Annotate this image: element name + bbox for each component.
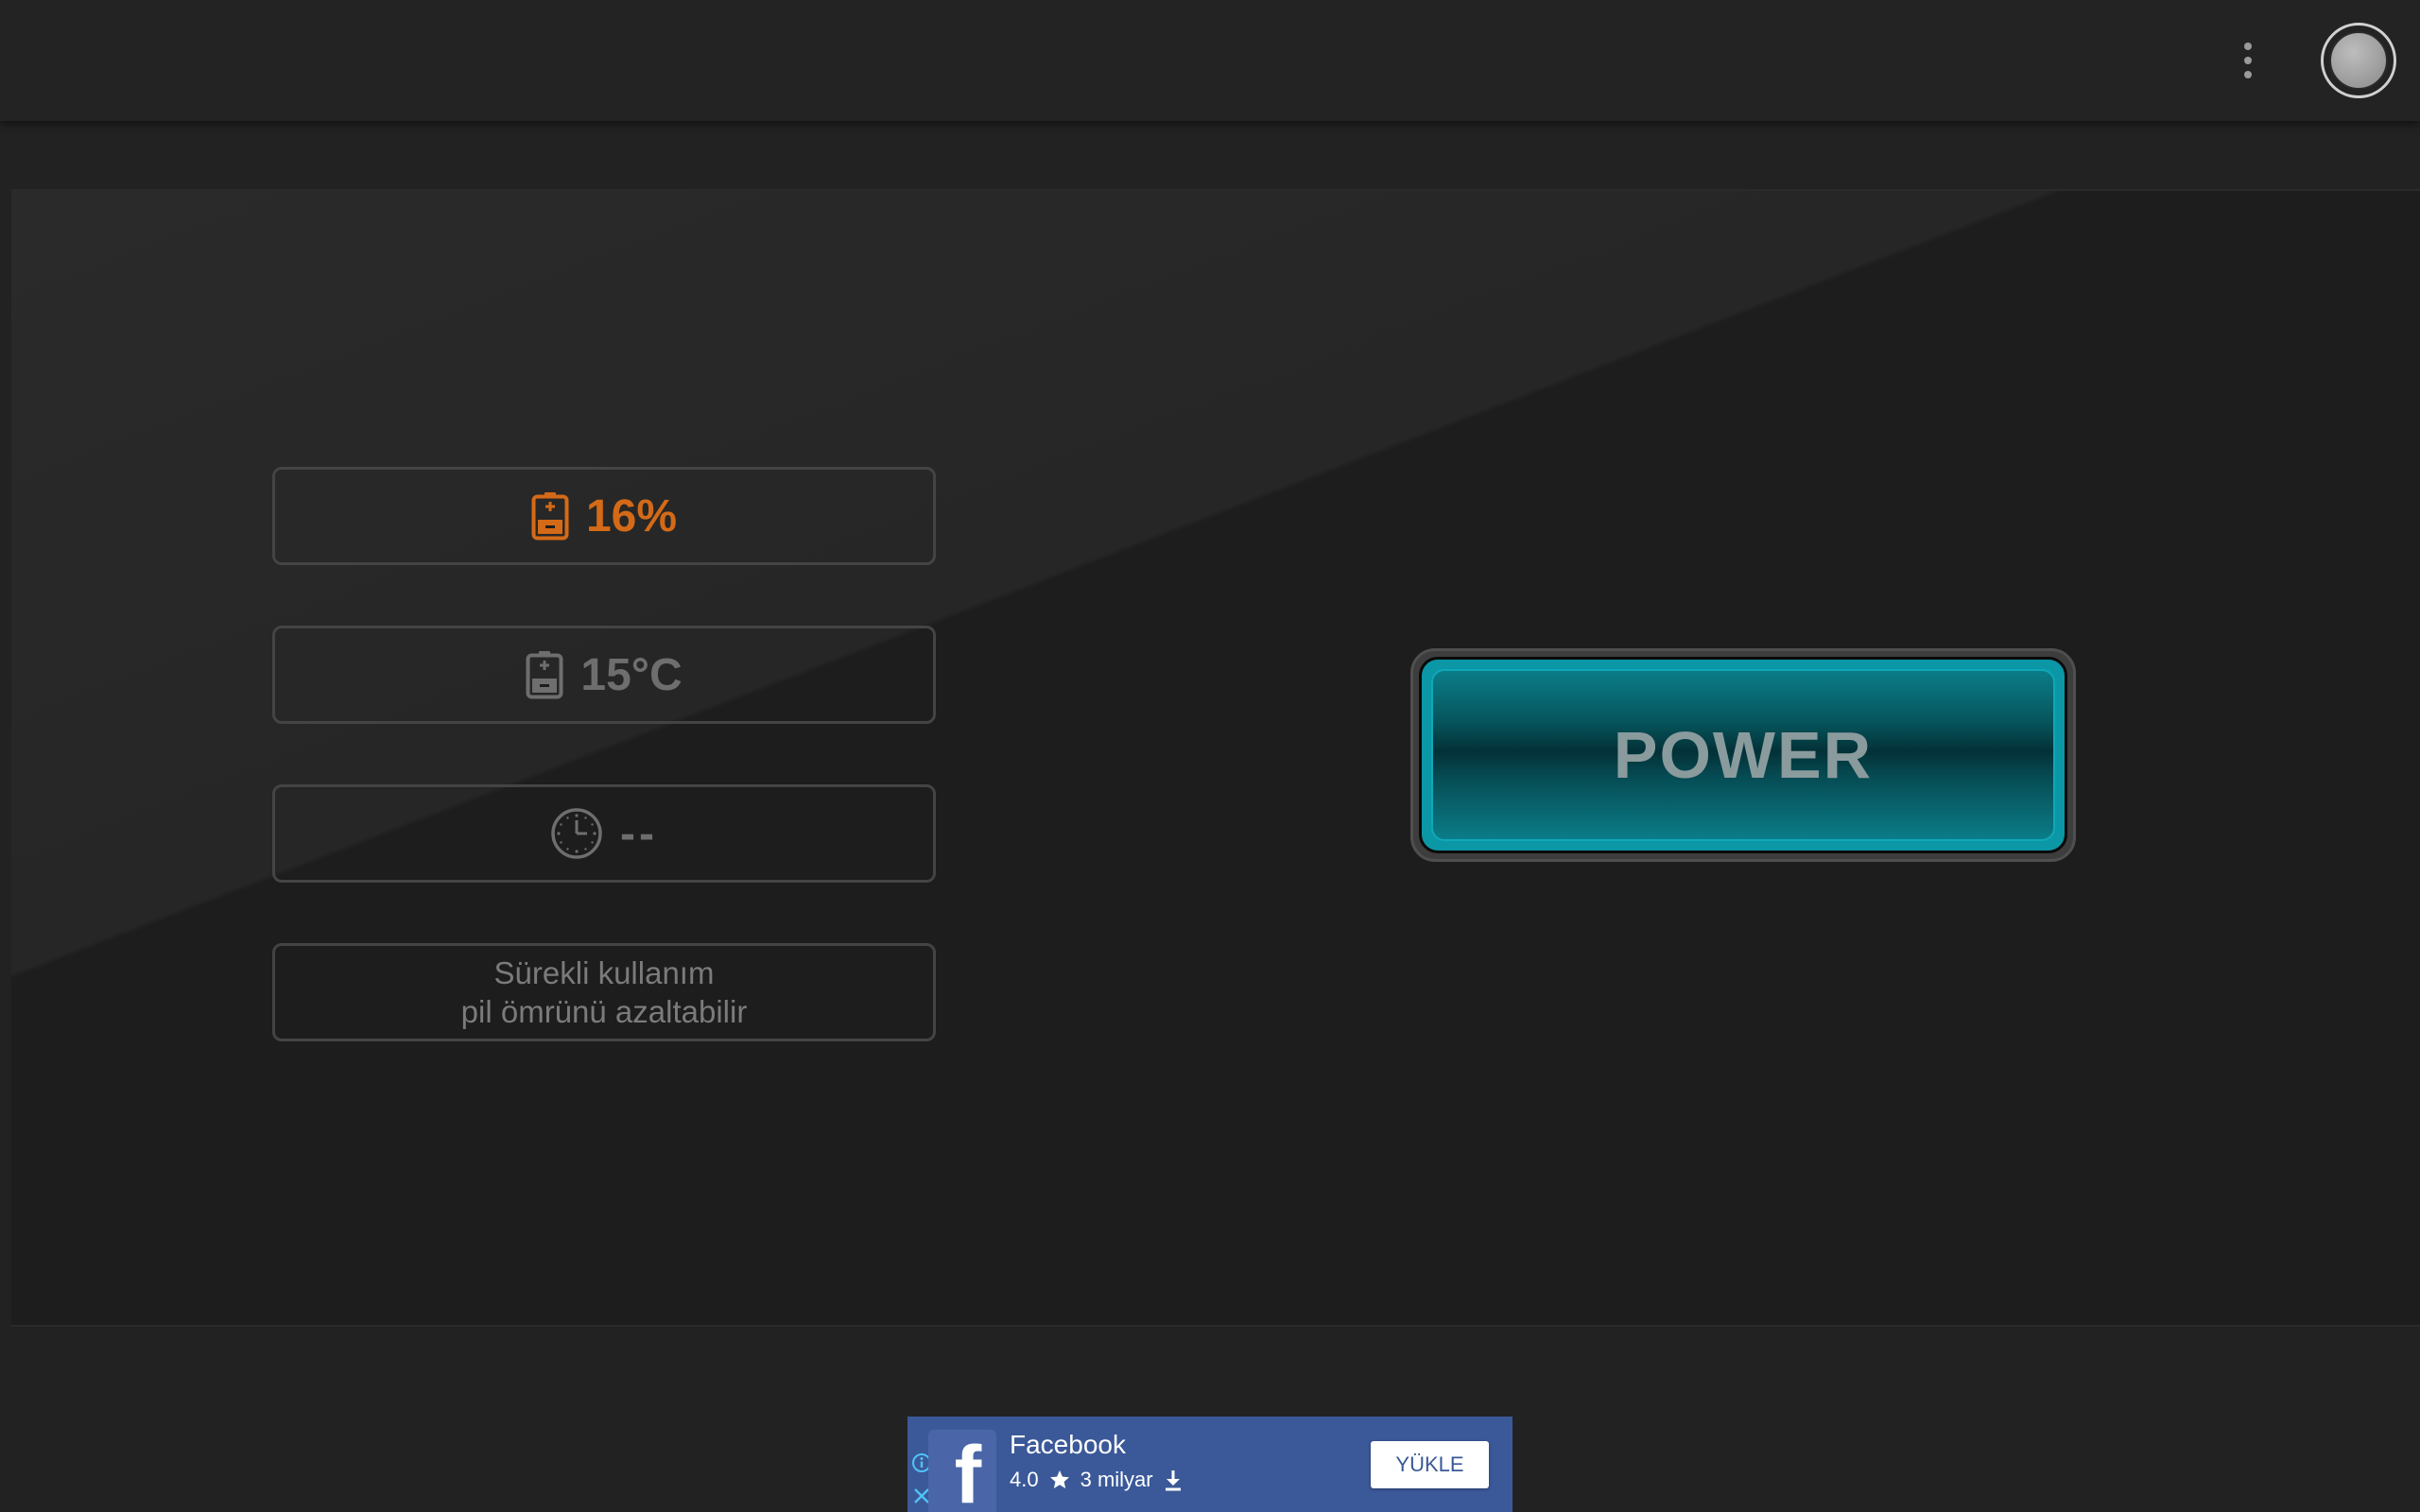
power-button[interactable]: POWER: [1419, 657, 2067, 853]
remaining-time-box: --: [272, 784, 936, 883]
power-button-face: POWER: [1431, 669, 2055, 841]
star-icon: [1048, 1469, 1071, 1491]
ad-install-button[interactable]: YÜKLE: [1371, 1441, 1489, 1488]
ad-banner[interactable]: f Facebook 4.0 3 milyar YÜKLE: [908, 1417, 1512, 1512]
ad-app-name: Facebook: [1010, 1430, 1126, 1459]
power-button-frame: POWER: [1410, 648, 2076, 862]
battery-level-box: 16%: [272, 467, 936, 565]
power-button-label: POWER: [1613, 718, 1874, 792]
download-icon: [1163, 1469, 1184, 1491]
facebook-logo-letter: f: [954, 1430, 982, 1512]
circle-avatar-icon: [2329, 31, 2388, 90]
ad-rating: 4.0: [1010, 1468, 1039, 1491]
battery-percentage: 16%: [585, 490, 678, 541]
clock-icon: [550, 807, 603, 860]
remaining-time-value: --: [620, 808, 658, 859]
battery-icon: [526, 650, 563, 699]
ad-installs: 3 milyar: [1080, 1468, 1153, 1491]
usage-warning-box: Sürekli kullanım pil ömrünü azaltabilir: [272, 943, 936, 1041]
profile-avatar[interactable]: [2321, 23, 2396, 98]
app-bar: [0, 0, 2420, 121]
temperature-value: 15°C: [580, 649, 683, 700]
facebook-logo-icon: f: [928, 1430, 996, 1512]
battery-icon: [531, 491, 569, 541]
warning-line-2: pil ömrünü azaltabilir: [460, 994, 748, 1029]
ad-meta: 4.0 3 milyar: [1010, 1468, 1184, 1492]
battery-temperature-box: 15°C: [272, 626, 936, 724]
warning-line-1: Sürekli kullanım: [493, 955, 715, 990]
more-options-icon[interactable]: [2229, 38, 2267, 83]
